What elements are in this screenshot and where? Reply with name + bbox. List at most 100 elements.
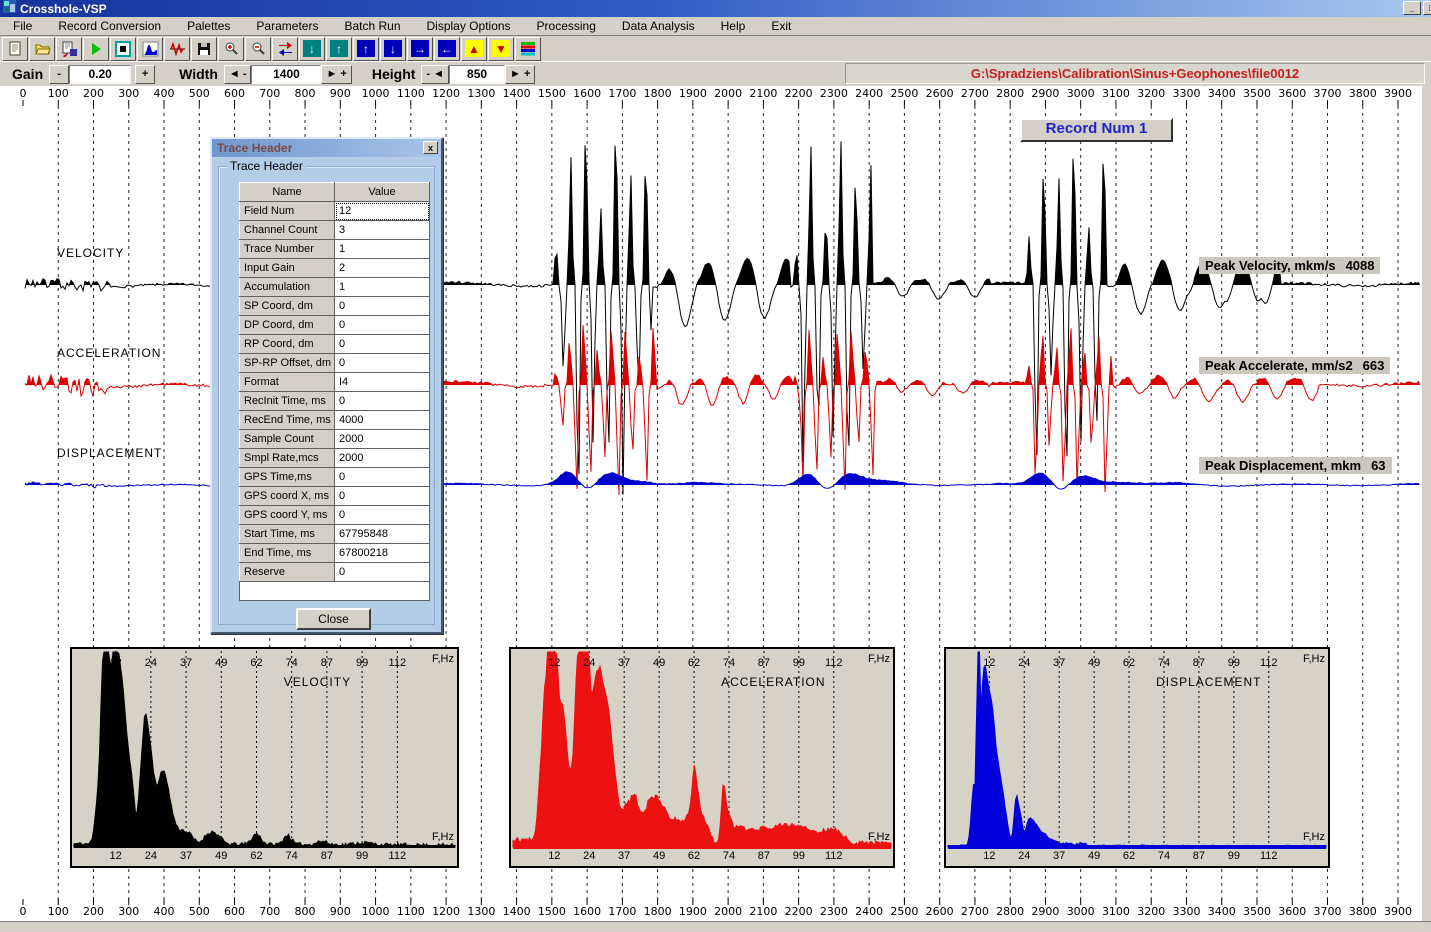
arrow-left-blue-button[interactable]: ← [434,37,460,61]
field-value-cell[interactable]: 0 [335,392,430,411]
ruler-tick-label: 1800 [644,905,672,918]
field-value-cell[interactable]: 0 [335,468,430,487]
field-value-cell[interactable]: 0 [335,563,430,582]
freq-tick-label: 37 [180,657,192,669]
dialog-close-icon[interactable]: x [423,141,438,154]
maximize-button[interactable]: □ [1423,1,1431,15]
ruler-tick-label: 1900 [679,87,707,100]
ruler-tick-label: 2600 [926,905,954,918]
menu-item-help[interactable]: Help [708,19,759,33]
field-value-cell[interactable]: 2000 [335,430,430,449]
width-value[interactable]: 1400 [251,65,321,84]
triangle-down-button[interactable]: ▼ [488,37,514,61]
menu-item-processing[interactable]: Processing [524,19,609,33]
ruler-tick-label: 1400 [503,905,531,918]
ruler-tick-label: 1200 [432,87,460,100]
field-value-cell[interactable]: 2 [335,259,430,278]
close-button[interactable]: Close [296,608,371,630]
table-row: Trace Number1 [240,240,430,259]
right-border-strip [1422,86,1431,921]
stop-button[interactable] [110,37,136,61]
field-value-cell[interactable]: 0 [335,506,430,525]
height-decrease-button[interactable]: - ◄ [421,65,449,84]
freq-tick-label: 87 [758,850,770,862]
field-value-cell[interactable]: 1 [335,278,430,297]
field-value-cell[interactable]: 0 [335,354,430,373]
field-value-cell[interactable]: 67795848 [335,525,430,544]
gain-value[interactable]: 0.20 [69,65,131,84]
menu-item-record-conversion[interactable]: Record Conversion [45,19,174,33]
field-name-cell: Sample Count [240,430,335,449]
arrow-up-teal-button[interactable]: ↑ [326,37,352,61]
field-value-cell[interactable]: 12 [335,202,430,221]
trace-label-velocity: VELOCITY [57,246,124,260]
field-name-cell: Start Time, ms [240,525,335,544]
menu-item-batch-run[interactable]: Batch Run [331,19,413,33]
menu-item-palettes[interactable]: Palettes [174,19,243,33]
arrow-down-teal-button[interactable]: ↓ [299,37,325,61]
triangle-up-button[interactable]: ▲ [461,37,487,61]
freq-tick-label: 12 [548,850,560,862]
plot-area: 0100200300400500600700800900100011001200… [0,86,1431,921]
save-as-record-button[interactable] [56,37,82,61]
gain-decrease-button[interactable]: - [49,65,69,84]
ruler-tick-label: 2300 [820,87,848,100]
ruler-tick-label: 2700 [961,87,989,100]
dialog-titlebar[interactable]: Trace Header x [212,139,441,157]
field-name-cell: GPS coord X, ms [240,487,335,506]
field-value-cell[interactable]: 0 [335,316,430,335]
palette-button[interactable] [515,37,541,61]
field-value-cell[interactable]: 3 [335,221,430,240]
width-decrease-button[interactable]: ◄ - [224,65,252,84]
ruler-tick-label: 2500 [890,905,918,918]
swap-traces-button[interactable] [272,37,298,61]
app-icon [3,0,16,18]
freq-tick-label: 62 [250,850,262,862]
ruler-tick-label: 600 [224,905,245,918]
peak-value-number: 4088 [1346,258,1375,273]
play-button[interactable] [83,37,109,61]
arrow-right-blue-button[interactable]: → [407,37,433,61]
freq-tick-label: 37 [180,850,192,862]
ruler-tick-label: 1900 [679,905,707,918]
menu-item-parameters[interactable]: Parameters [243,19,331,33]
field-value-cell[interactable]: 0 [335,335,430,354]
peak-value-acceleration: Peak Accelerate, mm/s2663 [1199,357,1390,374]
ruler-tick-label: 3900 [1384,87,1412,100]
ruler-tick-label: 3000 [1067,87,1095,100]
menu-item-file[interactable]: File [0,19,45,33]
field-value-cell[interactable]: 0 [335,297,430,316]
new-document-icon [6,40,24,57]
amplitude-histogram-button[interactable] [137,37,163,61]
field-value-cell[interactable]: 1 [335,240,430,259]
height-increase-button[interactable]: ► + [505,65,535,84]
trace-label-displacement: DISPLACEMENT [57,446,162,460]
peak-value-number: 63 [1371,458,1385,473]
toolbar-icons: ↓↑↑↓→←▲▼ [0,36,1431,62]
width-increase-button[interactable]: ► + [321,65,351,84]
menu-item-data-analysis[interactable]: Data Analysis [609,19,708,33]
arrow-down-blue-button[interactable]: ↓ [380,37,406,61]
field-value-cell[interactable]: 2000 [335,449,430,468]
arrow-up-blue-button[interactable]: ↑ [353,37,379,61]
table-row: Accumulation1 [240,278,430,297]
waveform-button[interactable] [164,37,190,61]
new-document-button[interactable] [2,37,28,61]
zoom-out-button[interactable] [245,37,271,61]
minimize-button[interactable]: _ [1403,1,1421,15]
field-value-cell[interactable]: 0 [335,487,430,506]
open-folder-button[interactable] [29,37,55,61]
field-value-cell[interactable]: 4000 [335,411,430,430]
field-value-cell[interactable]: I4 [335,373,430,392]
menu-item-display-options[interactable]: Display Options [414,19,524,33]
menu-item-exit[interactable]: Exit [758,19,804,33]
freq-tick-label: 99 [356,657,368,669]
ruler-tick-label: 3000 [1067,905,1095,918]
gain-increase-button[interactable]: + [135,65,155,84]
zoom-in-button[interactable] [218,37,244,61]
field-value-cell[interactable]: 67800218 [335,544,430,563]
save-as-record-icon [60,40,78,57]
height-value[interactable]: 850 [449,65,505,84]
window-title: Crosshole-VSP [20,2,107,16]
save-button[interactable] [191,37,217,61]
